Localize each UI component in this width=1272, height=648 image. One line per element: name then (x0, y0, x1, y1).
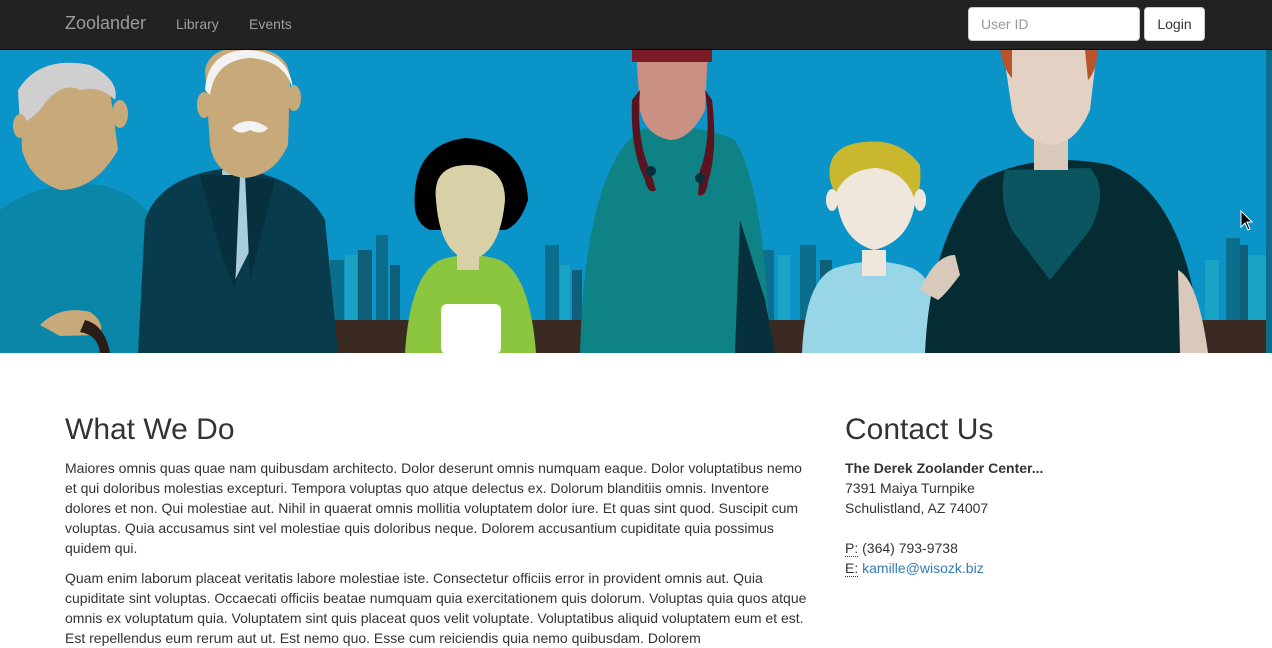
phone-number: (364) 793-9738 (862, 540, 958, 556)
contact-heading: Contact Us (845, 413, 994, 446)
what-we-do-heading: What We Do (65, 413, 235, 446)
what-we-do-section: What We Do Maiores omnis quas quae nam q… (65, 412, 815, 648)
address-block: The Derek Zoolander Center... 7391 Maiya… (845, 458, 1225, 578)
phone-label: P: (845, 540, 859, 557)
paragraph: Maiores omnis quas quae nam quibusdam ar… (65, 460, 802, 556)
center-name: The Derek Zoolander Center... (845, 460, 1044, 476)
hero-banner-image (0, 50, 1272, 353)
street-address: 7391 Maiya Turnpike (845, 480, 975, 496)
login-button[interactable]: Login (1144, 7, 1205, 41)
user-id-input[interactable] (968, 7, 1140, 41)
mouse-cursor-icon (1240, 210, 1254, 231)
contact-section: Contact Us The Derek Zoolander Center...… (845, 412, 1225, 578)
brand-link[interactable]: Zoolander (65, 13, 146, 34)
hero-illustration (0, 50, 1272, 353)
email-label: E: (845, 560, 859, 577)
navbar: Zoolander Library Events Login (0, 0, 1272, 50)
nav-library-link[interactable]: Library (176, 16, 219, 32)
city-state-zip: Schulistland, AZ 74007 (845, 500, 989, 516)
nav-events-link[interactable]: Events (249, 16, 292, 32)
email-link[interactable]: kamille@wisozk.biz (862, 560, 984, 576)
paragraph: Quam enim laborum placeat veritatis labo… (65, 570, 807, 646)
